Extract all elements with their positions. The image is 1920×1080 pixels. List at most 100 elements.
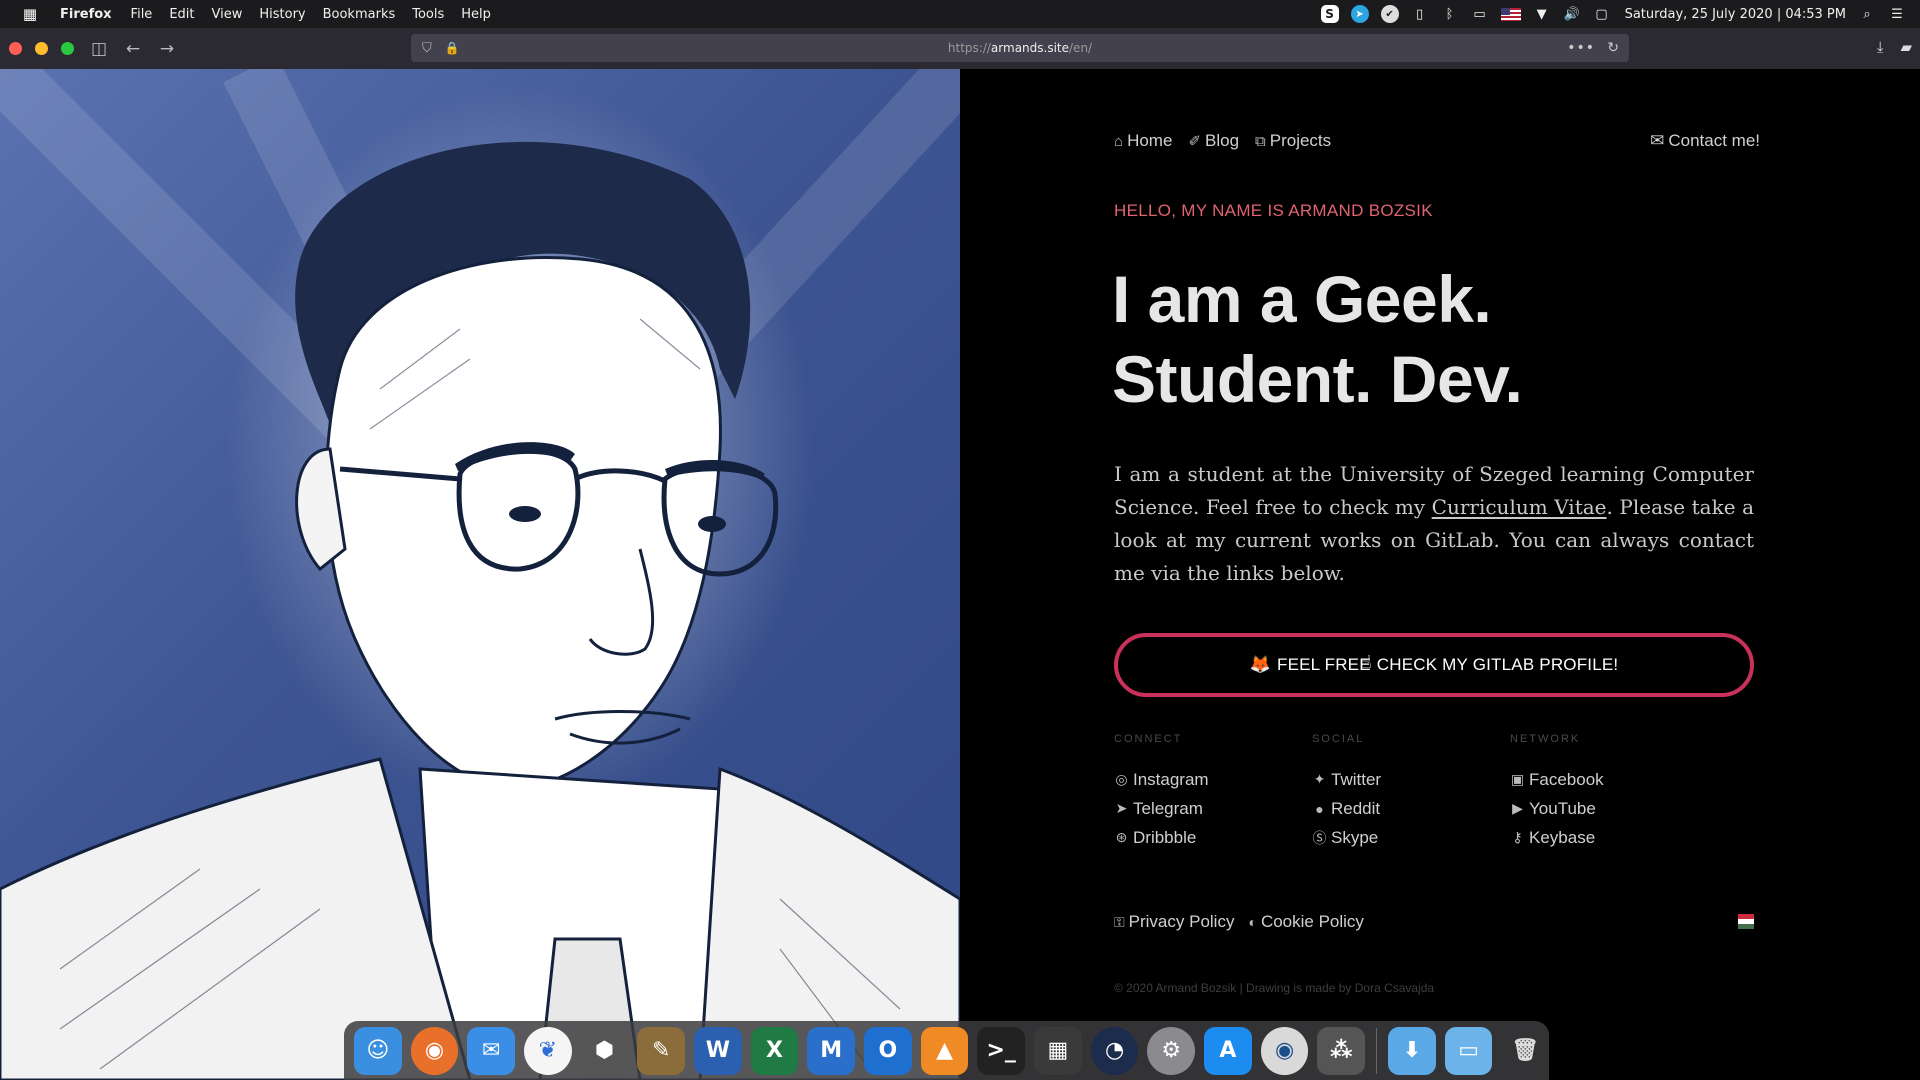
mindmap-icon[interactable]: M (807, 1026, 856, 1075)
main-nav: ⌂ Home ✐ Blog ⧉ Projects (1114, 131, 1331, 151)
activity-monitor-icon[interactable]: ◔ (1090, 1026, 1139, 1075)
social-column: SOCIAL ✦ Twitter ● Reddit Ⓢ Skype (1312, 733, 1381, 852)
link-skype[interactable]: Ⓢ Skype (1312, 823, 1381, 852)
menu-edit[interactable]: Edit (169, 7, 194, 22)
headline-line-1: I am a Geek. (1112, 262, 1492, 336)
network-heading: NETWORK (1510, 733, 1581, 745)
outlook-icon[interactable]: O (864, 1026, 912, 1075)
keybase-icon: ⚷ (1512, 829, 1523, 845)
instagram-icon: ◎ (1115, 771, 1128, 787)
menu-app-firefox[interactable]: Firefox (60, 7, 112, 22)
menu-view[interactable]: View (212, 7, 243, 22)
url-text[interactable]: https://armands.site/en/ (411, 41, 1629, 55)
automator-icon[interactable]: ⬢ (580, 1026, 629, 1075)
page-content: ⌂ Home ✐ Blog ⧉ Projects ✉ Contact me! HELLO… (960, 69, 1920, 1080)
link-telegram[interactable]: ➤ Telegram (1114, 794, 1209, 823)
spotlight-search-icon[interactable]: ⌕ (1858, 5, 1876, 23)
nav-blog[interactable]: ✐ Blog (1188, 131, 1239, 151)
terminal-icon[interactable]: >_ (977, 1026, 1026, 1075)
applications-folder-icon[interactable]: ▭ (1444, 1026, 1493, 1075)
word-icon[interactable]: W (694, 1026, 742, 1075)
downloads-folder-icon[interactable]: ⬇ (1388, 1026, 1436, 1075)
greeting-label: HELLO, MY NAME IS ARMAND BOZSIK (1114, 201, 1433, 220)
minimize-window-button[interactable] (35, 42, 48, 55)
link-youtube[interactable]: ▶ YouTube (1510, 794, 1604, 823)
forward-arrow-icon[interactable]: → (158, 39, 176, 59)
policy-links: ⚿ Privacy Policy ◐ Cookie Policy (1114, 912, 1364, 932)
nav-home[interactable]: ⌂ Home (1114, 131, 1172, 151)
coral-app-icon[interactable]: ❦ (524, 1026, 572, 1075)
trash-icon[interactable]: 🗑 (1501, 1027, 1549, 1075)
downloads-icon[interactable]: ⤓ (1877, 38, 1884, 56)
back-arrow-icon[interactable]: ← (124, 39, 142, 59)
network-column: NETWORK ▣ Facebook ▶ YouTube ⚷ Keybase (1510, 733, 1604, 852)
telegram-tray-icon[interactable]: ➤ (1350, 5, 1369, 23)
blog-icon: ✐ (1188, 133, 1201, 150)
address-bar[interactable]: ⛉ 🔒 https://armands.site/en/ ••• ↻ (411, 34, 1629, 62)
system-preferences-icon[interactable]: ⚙ (1147, 1026, 1196, 1075)
vlc-icon[interactable]: ▲ (920, 1026, 969, 1075)
menu-tools[interactable]: Tools (412, 7, 444, 22)
link-instagram[interactable]: ◎ Instagram (1114, 765, 1208, 794)
social-heading: SOCIAL (1312, 733, 1365, 745)
twitter-icon: ✦ (1313, 771, 1326, 787)
us-flag-icon[interactable] (1500, 7, 1521, 21)
nav-projects[interactable]: ⧉ Projects (1255, 131, 1331, 151)
app-store-icon[interactable]: A (1204, 1026, 1252, 1075)
volume-icon[interactable]: 🔊 (1563, 5, 1581, 23)
link-reddit[interactable]: ● Reddit (1312, 794, 1381, 823)
gimp-icon[interactable]: ✎ (637, 1026, 686, 1075)
skype-icon: Ⓢ (1312, 829, 1327, 846)
facebook-icon: ▣ (1510, 771, 1525, 787)
privacy-policy-link[interactable]: ⚿ Privacy Policy (1114, 912, 1234, 932)
youtube-icon: ▶ (1512, 800, 1523, 816)
gitlab-icon: 🦊 (1249, 655, 1271, 674)
firefox-icon[interactable]: ◉ (410, 1026, 459, 1075)
cookie-icon: ◐ (1248, 914, 1257, 930)
status-tray: S ➤ ✔ ▯ ᛒ ▭ ▼ 🔊 ▢ Saturday, 25 July 2020… (1320, 0, 1906, 28)
wifi-icon[interactable]: ▼ (1533, 5, 1551, 23)
menu-help[interactable]: Help (461, 7, 491, 22)
display-icon[interactable]: ▭ (1471, 5, 1489, 23)
menu-bookmarks[interactable]: Bookmarks (323, 7, 396, 22)
dock: ☺ ◉ ✉ ❦ ⬢ ✎ W X M O ▲ >_ ▦ ◔ ⚙ A ◉ ⁂ ⬇ ▭… (344, 1021, 1549, 1080)
reload-icon[interactable]: ↻ (1607, 40, 1619, 56)
page-actions-icon[interactable]: ••• (1567, 40, 1595, 56)
headline: I am a Geek. Student. Dev. (1112, 259, 1523, 419)
screenshot-app-icon[interactable]: ◉ (1260, 1026, 1309, 1075)
mail-icon[interactable]: ✉ (467, 1026, 516, 1075)
link-dribbble[interactable]: ⊛ Dribbble (1114, 823, 1209, 852)
calculator-icon[interactable]: ▦ (1034, 1026, 1082, 1075)
notification-center-icon[interactable]: ☰ (1888, 5, 1906, 23)
dock-separator (1376, 1027, 1378, 1074)
excel-icon[interactable]: X (750, 1026, 799, 1075)
pointer-hand-icon: ☝ (1361, 652, 1372, 673)
zoom-window-button[interactable] (61, 42, 74, 55)
apple-icon[interactable]: ▦ (0, 5, 60, 23)
clock[interactable]: Saturday, 25 July 2020 | 04:53 PM (1625, 7, 1846, 22)
cookie-policy-link[interactable]: ◐ Cookie Policy (1248, 912, 1363, 932)
checkmark-tray-icon[interactable]: ✔ (1380, 5, 1399, 23)
home-icon: ⌂ (1114, 132, 1124, 150)
link-facebook[interactable]: ▣ Facebook (1510, 765, 1604, 794)
hungarian-flag-language-switch[interactable] (1738, 914, 1754, 929)
browser-toolbar: ◫ ← → ⛉ 🔒 https://armands.site/en/ ••• ↻… (0, 28, 1920, 69)
cv-link[interactable]: Curriculum Vitae (1432, 495, 1607, 519)
menu-history[interactable]: History (259, 7, 305, 22)
skype-tray-icon[interactable]: S (1320, 5, 1339, 23)
intro-paragraph: I am a student at the University of Szeg… (1114, 462, 1754, 585)
close-window-button[interactable] (9, 42, 22, 55)
finder-icon[interactable]: ☺ (354, 1026, 402, 1075)
sidebar-toggle-icon[interactable]: ◫ (90, 39, 108, 59)
bluetooth-icon[interactable]: ᛒ (1441, 5, 1459, 23)
privacy-icon: ⚿ (1114, 913, 1125, 930)
screen-mirror-icon[interactable]: ▢ (1593, 5, 1611, 23)
menu-file[interactable]: File (131, 7, 153, 22)
link-keybase[interactable]: ⚷ Keybase (1510, 823, 1604, 852)
clipboard-tray-icon[interactable]: ▯ (1411, 5, 1429, 23)
nav-contact[interactable]: ✉ Contact me! (1650, 131, 1760, 151)
extension-icon[interactable]: ▰ (1900, 38, 1912, 56)
link-twitter[interactable]: ✦ Twitter (1312, 765, 1381, 794)
gitlab-profile-button[interactable]: 🦊 FEEL FREE CHECK MY GITLAB PROFILE! (1114, 633, 1754, 697)
launchpad-icon[interactable]: ⁂ (1317, 1026, 1366, 1075)
